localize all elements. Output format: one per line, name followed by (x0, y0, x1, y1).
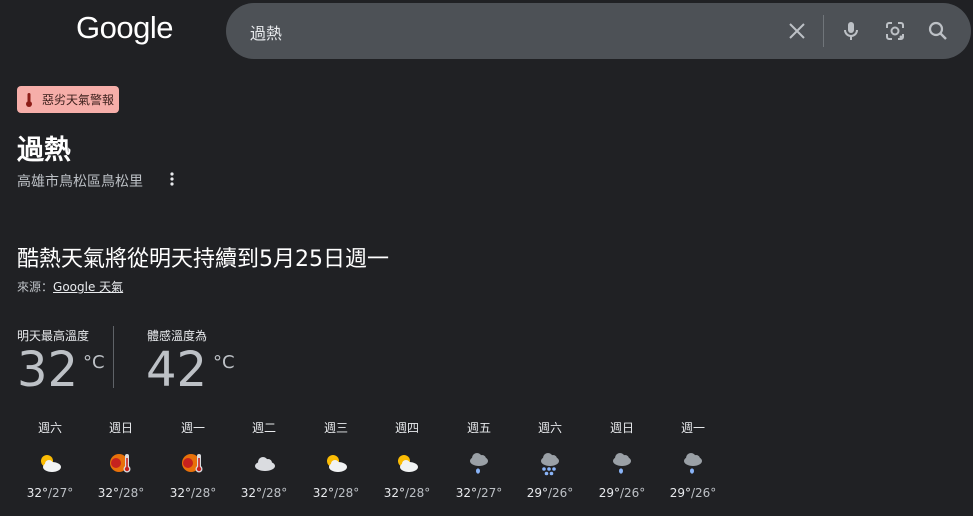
rain-icon (443, 448, 515, 478)
forecast-day[interactable]: 週五 32°/27° (443, 418, 515, 500)
day-low: /26° (690, 486, 717, 500)
day-name: 週一 (180, 421, 205, 435)
day-high: 32° (97, 486, 119, 500)
day-low: /26° (619, 486, 646, 500)
day-name: 週三 (323, 421, 348, 435)
day-name: 週日 (108, 421, 133, 435)
day-high: 32° (240, 486, 262, 500)
forecast-day[interactable]: 週一 29°/26° (657, 418, 729, 500)
search-icon[interactable] (926, 19, 950, 43)
day-name: 週六 (37, 421, 62, 435)
day-name: 週二 (251, 421, 276, 435)
day-high: 32° (312, 486, 334, 500)
day-high: 29° (669, 486, 691, 500)
forecast-day[interactable]: 週二 32°/28° (228, 418, 300, 500)
day-name: 週日 (609, 421, 634, 435)
lens-icon[interactable] (883, 19, 907, 43)
day-low: /26° (547, 486, 574, 500)
forecast-strip: 週六 32°/27° 週日 32°/28° 週一 32°/28° 週二 32°/… (14, 418, 734, 508)
search-bar (226, 3, 971, 61)
severe-weather-alert-chip[interactable]: 惡劣天氣警報 (17, 86, 120, 113)
more-options-icon[interactable] (165, 170, 179, 188)
high-temp-unit: °C (83, 352, 105, 373)
google-logo[interactable]: Google (76, 10, 173, 46)
day-low: /28° (404, 486, 431, 500)
heat-icon (85, 448, 157, 478)
source-prefix: 來源： (17, 280, 54, 294)
heat-icon (157, 448, 229, 478)
high-temp-value: 32 (17, 342, 79, 398)
partly-sunny-icon (300, 448, 372, 478)
forecast-day[interactable]: 週六 29°/26° (514, 418, 586, 500)
heat-headline: 酷熱天氣將從明天持續到5月25日週一 (17, 247, 389, 272)
day-low: /28° (190, 486, 217, 500)
forecast-day[interactable]: 週四 32°/28° (371, 418, 443, 500)
source-link[interactable]: Google 天氣 (53, 280, 123, 294)
forecast-day[interactable]: 週日 29°/26° (586, 418, 658, 500)
day-name: 週六 (537, 421, 562, 435)
day-name: 週一 (680, 421, 705, 435)
cloudy-icon (228, 448, 300, 478)
partly-sunny-icon (371, 448, 443, 478)
day-high: 32° (26, 486, 48, 500)
rain-icon (657, 448, 729, 478)
source-line: 來源：Google 天氣 (17, 278, 123, 295)
day-high: 32° (383, 486, 405, 500)
location-text: 高雄市鳥松區鳥松里 (17, 174, 143, 190)
clear-icon[interactable] (785, 19, 809, 43)
forecast-day[interactable]: 週日 32°/28° (85, 418, 157, 500)
alert-label: 惡劣天氣警報 (42, 93, 115, 107)
temp-divider (113, 326, 114, 388)
day-high: 29° (598, 486, 620, 500)
day-high: 29° (526, 486, 548, 500)
day-low: /28° (333, 486, 360, 500)
heavy-rain-icon (514, 448, 586, 478)
feels-like-value: 42 (146, 342, 208, 398)
day-high: 32° (455, 486, 477, 500)
rain-icon (586, 448, 658, 478)
forecast-day[interactable]: 週一 32°/28° (157, 418, 229, 500)
feels-like-unit: °C (213, 352, 235, 373)
forecast-day[interactable]: 週六 32°/27° (14, 418, 86, 500)
forecast-day[interactable]: 週三 32°/28° (300, 418, 372, 500)
day-low: /27° (47, 486, 74, 500)
thermometer-icon (26, 92, 32, 107)
day-low: /27° (476, 486, 503, 500)
day-name: 週五 (466, 421, 491, 435)
search-input[interactable] (248, 3, 772, 61)
partly-sunny-icon (14, 448, 86, 478)
day-name: 週四 (394, 421, 419, 435)
day-low: /28° (261, 486, 288, 500)
day-low: /28° (118, 486, 145, 500)
day-high: 32° (169, 486, 191, 500)
microphone-icon[interactable] (839, 19, 863, 43)
search-divider (823, 15, 824, 47)
result-title: 過熱 (17, 135, 71, 166)
